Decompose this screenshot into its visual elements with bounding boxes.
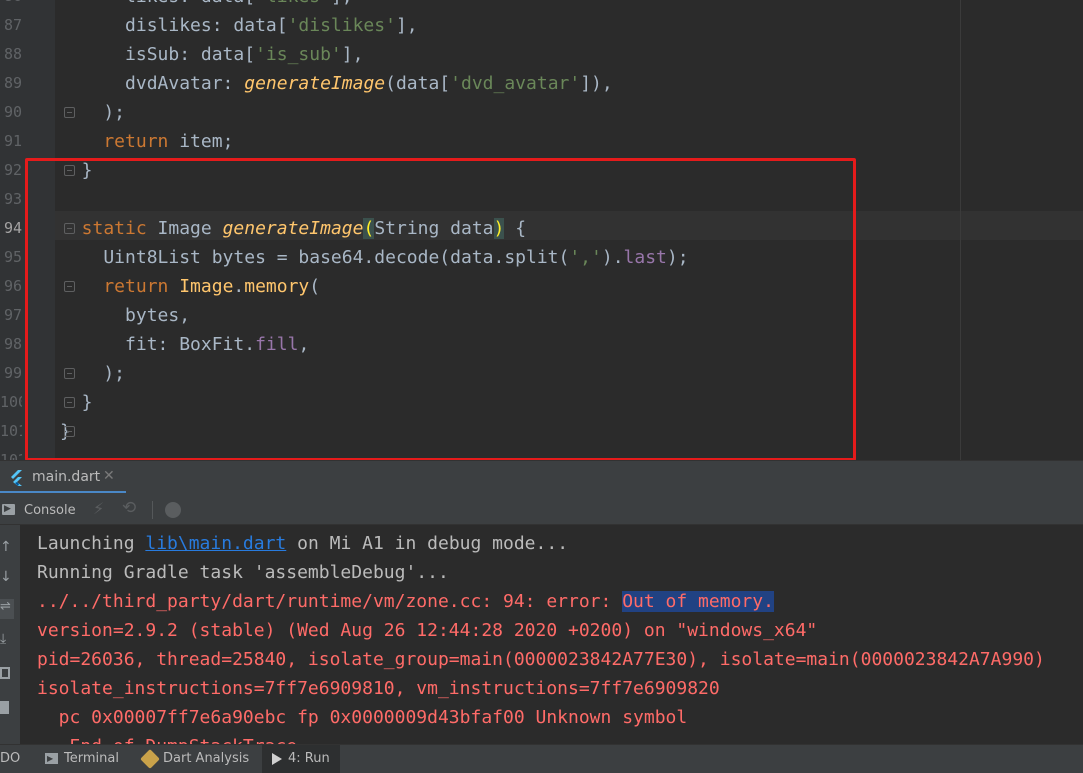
right-margin-guide	[960, 0, 961, 460]
stop-icon[interactable]	[165, 502, 181, 518]
console-side-toolbar: ↑ ↓ ⇌ ⤓	[0, 525, 20, 744]
dart-analysis-label: Dart Analysis	[163, 751, 250, 766]
console-error-line: version=2.9.2 (stable) (Wed Aug 26 12:44…	[37, 616, 817, 645]
line-number: 102	[0, 451, 22, 460]
dart-analysis-tool[interactable]: Dart Analysis	[140, 745, 250, 773]
console-text: ../../third_party/dart/runtime/vm/zone.c…	[37, 591, 623, 612]
console-error-line: pid=26036, thread=25840, isolate_group=m…	[37, 645, 1045, 674]
line-number: 101	[0, 422, 22, 440]
line-number: 88	[3, 45, 22, 63]
line-number: 96	[3, 277, 22, 295]
line-number: 97	[3, 306, 22, 324]
tool-window-bar: DO ▶ Terminal Dart Analysis 4: Run	[0, 744, 1083, 773]
trash-icon[interactable]	[0, 701, 9, 714]
hot-restart-icon[interactable]: ⟲	[122, 498, 136, 518]
terminal-tool[interactable]: ▶ Terminal	[45, 745, 119, 773]
console-text: pc 0x00007ff7e6a90ebc fp 0x0000009d43bfa…	[37, 707, 688, 728]
console-info-line: Launching lib\main.dart on Mi A1 in debu…	[37, 529, 568, 558]
console-error-line: ../../third_party/dart/runtime/vm/zone.c…	[37, 587, 774, 616]
terminal-label: Terminal	[64, 751, 119, 766]
line-number: 89	[3, 74, 22, 92]
code-line[interactable]: return item;	[60, 127, 233, 156]
arrow-up-icon[interactable]: ↑	[0, 539, 12, 555]
tab-close-icon[interactable]: ✕	[103, 468, 115, 484]
console-info-line: Running Gradle task 'assembleDebug'...	[37, 558, 449, 587]
console-output[interactable]: Launching lib\main.dart on Mi A1 in debu…	[20, 525, 1083, 744]
tab-label: main.dart	[32, 469, 101, 485]
console-text: pid=26036, thread=25840, isolate_group=m…	[37, 649, 1045, 670]
dart-icon	[140, 748, 160, 769]
arrow-down-icon[interactable]: ↓	[0, 569, 12, 585]
console-text: on Mi A1 in debug mode...	[286, 533, 569, 554]
console-label[interactable]: Console	[24, 503, 76, 518]
soft-wrap-icon[interactable]: ⇌	[0, 599, 14, 619]
console-text: Launching	[37, 533, 146, 554]
line-number: 87	[3, 16, 22, 34]
console-icon: ▶	[2, 504, 15, 515]
line-number: 99	[3, 364, 22, 382]
console-selected-text: Out of memory.	[622, 591, 774, 612]
code-line[interactable]: isSub: data['is_sub'],	[60, 40, 363, 69]
line-number: 90	[3, 103, 22, 121]
line-number: 86	[0, 0, 22, 11]
run-toolbar: ▶ Console ⚡ ⟲	[0, 493, 1083, 525]
print-icon[interactable]	[0, 667, 10, 679]
line-number: 92	[3, 161, 22, 179]
console-text: Running Gradle task 'assembleDebug'...	[37, 562, 449, 583]
console-text: -- End of DumpStackTrace	[37, 736, 297, 744]
console-file-link[interactable]: lib\main.dart	[145, 533, 286, 554]
flutter-icon	[11, 470, 22, 486]
todo-label: DO	[0, 751, 21, 766]
console-text: isolate_instructions=7ff7e6909810, vm_in…	[37, 678, 720, 699]
run-tool[interactable]: 4: Run	[262, 745, 340, 773]
run-tab-bar: main.dart ✕	[0, 460, 1083, 494]
console-text: version=2.9.2 (stable) (Wed Aug 26 12:44…	[37, 620, 818, 641]
toolbar-separator	[152, 501, 153, 519]
line-number: 91	[3, 132, 22, 150]
code-line[interactable]: dvdAvatar: generateImage(data['dvd_avata…	[60, 69, 613, 98]
line-number: 94	[3, 219, 22, 237]
terminal-icon: ▶	[45, 753, 58, 764]
console-error-line: pc 0x00007ff7e6a90ebc fp 0x0000009d43bfa…	[37, 703, 688, 732]
line-number: 100	[0, 393, 22, 411]
line-number: 98	[3, 335, 22, 353]
console-error-line: -- End of DumpStackTrace	[37, 732, 297, 744]
code-line[interactable]: likes: data['likes'],	[60, 0, 353, 11]
scroll-to-end-icon[interactable]: ⤓	[0, 631, 6, 647]
console-error-line: isolate_instructions=7ff7e6909810, vm_in…	[37, 674, 720, 703]
flash-icon[interactable]: ⚡	[93, 499, 104, 518]
code-line[interactable]: dislikes: data['dislikes'],	[60, 11, 418, 40]
fold-marker-icon[interactable]	[64, 107, 75, 118]
red-highlight-box	[25, 158, 856, 460]
line-number: 93	[3, 190, 22, 208]
code-editor[interactable]: 86 87 88 89 90 91 92 93 94 95 96 97 98 99 100 101 102 li…	[0, 0, 1083, 460]
run-icon	[272, 752, 282, 765]
line-number: 95	[3, 248, 22, 266]
tab-main-dart[interactable]: main.dart ✕	[0, 461, 126, 494]
todo-tool[interactable]: DO	[0, 745, 20, 773]
run-label: 4: Run	[288, 751, 330, 766]
